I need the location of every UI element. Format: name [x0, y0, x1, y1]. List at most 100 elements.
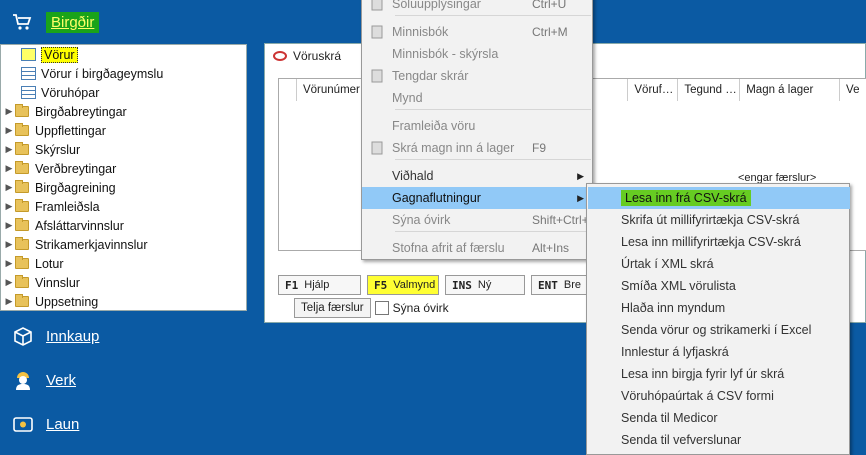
show-inactive-label: Sýna óvirk [392, 301, 449, 315]
expand-arrow-icon[interactable]: ▶ [3, 220, 15, 231]
function-key-bar: F1 Hjálp F5 Valmynd INS Ný ENT Bre [278, 275, 591, 295]
submenu-item-label: Úrtak í XML skrá [621, 257, 714, 271]
tree-item-label: Strikamerkjavinnslur [35, 237, 148, 252]
submenu-item[interactable]: Lesa inn birgja fyrir lyf úr skrá [588, 363, 850, 385]
tree-item[interactable]: ▶ Uppflettingar [1, 121, 246, 140]
submenu-item[interactable]: Vöruhópaúrtak á CSV formi [588, 385, 850, 407]
count-records-button[interactable]: Telja færslur [294, 298, 371, 318]
grid-col-voruflokkur[interactable]: Vöruf… [628, 79, 679, 101]
expand-arrow-icon[interactable]: ▶ [3, 182, 15, 193]
tree-item-label: Skýrslur [35, 142, 81, 157]
menu-item[interactable]: Minnisbók - skýrsla [362, 43, 592, 65]
expand-arrow-icon[interactable]: ▶ [3, 144, 15, 155]
expand-arrow-icon[interactable]: ▶ [3, 277, 15, 288]
submenu-item-label: Innlestur á lyfjaskrá [621, 345, 729, 359]
submenu-item[interactable]: Smíða XML vörulista [588, 275, 850, 297]
expand-arrow-icon[interactable]: ▶ [3, 296, 15, 307]
submenu-item-label: Lesa inn frá CSV-skrá [621, 190, 751, 206]
folder-icon [15, 275, 29, 288]
tree-item-label: Uppsetning [35, 294, 99, 309]
menu-item[interactable]: Minnisbók Ctrl+M [362, 21, 592, 43]
menu-button[interactable]: F5 Valmynd [367, 275, 439, 295]
menu-separator [395, 109, 591, 110]
box-icon [12, 325, 34, 347]
nav-birgdir[interactable]: Birgðir [0, 0, 247, 44]
menu-item[interactable]: Viðhald ▶ [362, 165, 592, 187]
menu-item[interactable]: Tengdar skrár [362, 65, 592, 87]
submenu-item[interactable]: Úrtak í XML skrá [588, 253, 850, 275]
expand-arrow-icon[interactable]: ▶ [3, 258, 15, 269]
tree-item[interactable]: ▶ Verðbreytingar [1, 159, 246, 178]
submenu-item-label: Smíða XML vörulista [621, 279, 736, 293]
edit-button[interactable]: ENT Bre [531, 275, 591, 295]
submenu-item[interactable]: Senda til Medicor [588, 407, 850, 429]
nav-laun-label: Laun [46, 415, 80, 433]
tree-item[interactable]: ▶ Birgðagreining [1, 178, 246, 197]
expand-arrow-icon[interactable]: ▶ [3, 163, 15, 174]
tree-item[interactable]: ▶ Vinnslur [1, 273, 246, 292]
payroll-icon [12, 413, 34, 435]
menu-item-label: Stofna afrit af færslu [392, 241, 505, 255]
new-button[interactable]: INS Ný [445, 275, 525, 295]
grid-col-tegund[interactable]: Tegund … [678, 79, 741, 101]
tree-item[interactable]: ▶ Lotur [1, 254, 246, 273]
tree-item[interactable]: ▶ Skýrslur [1, 140, 246, 159]
expand-arrow-icon[interactable]: ▶ [3, 125, 15, 136]
menu-item-label: Framleiða vöru [392, 119, 476, 133]
notebook-icon [362, 25, 392, 39]
menu-item[interactable]: Skrá magn inn á lager F9 [362, 137, 592, 159]
show-inactive-checkbox[interactable] [374, 301, 389, 315]
tree-item[interactable]: ▶ Birgðabreytingar [1, 102, 246, 121]
menu-separator [395, 231, 591, 232]
edit-key: ENT [538, 278, 558, 292]
tree-item-label: Verðbreytingar [35, 161, 117, 176]
nav-innkaup[interactable]: Innkaup [0, 314, 247, 358]
submenu-item[interactable]: Senda vörur og strikamerki í Excel [588, 319, 850, 341]
folder-icon [15, 180, 29, 193]
menu-key: F5 [374, 278, 388, 292]
tree-item[interactable]: Vörur [1, 45, 246, 64]
expand-arrow-icon[interactable]: ▶ [3, 106, 15, 117]
grid-icon [21, 86, 36, 99]
grid-col-verd[interactable]: Ve [840, 79, 866, 101]
menu-label: Valmynd [393, 279, 436, 291]
menu-item[interactable]: Stofna afrit af færslu Alt+Ins [362, 237, 592, 259]
submenu-item[interactable]: Hlaða inn myndum [588, 297, 850, 319]
submenu-item[interactable]: Skrifa út millifyrirtækja CSV-skrá [588, 209, 850, 231]
tree-item[interactable]: Vörur í birgðageymslu [1, 64, 246, 83]
new-key: INS [452, 278, 472, 292]
menu-item[interactable]: Gagnaflutningur ▶ [362, 187, 592, 209]
submenu-item[interactable]: Lesa inn frá CSV-skrá [588, 187, 850, 209]
tree-item[interactable]: ▶ Framleiðsla [1, 197, 246, 216]
tree-item-label: Vöruhópar [41, 85, 100, 100]
help-label: Hjálp [304, 279, 330, 291]
folder-icon [15, 294, 29, 307]
menu-item[interactable]: Framleiða vöru [362, 115, 592, 137]
tree-item[interactable]: ▶ Afsláttarvinnslur [1, 216, 246, 235]
grid-header-indicator [279, 79, 297, 101]
menu-item-label: Viðhald [392, 169, 434, 183]
menu-item[interactable]: Mynd [362, 87, 592, 109]
tree-item[interactable]: ▶ Strikamerkjavinnslur [1, 235, 246, 254]
menu-item[interactable]: Söluupplýsingar Ctrl+U [362, 0, 592, 15]
menu-item-label: Gagnaflutningur [392, 191, 481, 205]
grid-col-magn[interactable]: Magn á lager [740, 79, 841, 101]
nav-verk[interactable]: Verk [0, 358, 247, 402]
expand-arrow-icon[interactable]: ▶ [3, 239, 15, 250]
tree-item[interactable]: Vöruhópar [1, 83, 246, 102]
tree-item[interactable]: ▶ Uppsetning [1, 292, 246, 311]
submenu-item[interactable]: Senda til vefverslunar [588, 429, 850, 451]
nav-laun[interactable]: Laun [0, 402, 247, 446]
menu-item[interactable]: Sýna óvirk Shift+Ctrl+S [362, 209, 597, 231]
submenu-item-label: Skrifa út millifyrirtækja CSV-skrá [621, 213, 800, 227]
menu-item-label: Tengdar skrár [392, 69, 469, 83]
new-label: Ný [477, 279, 492, 291]
tree-item-label: Vinnslur [35, 275, 80, 290]
folder-icon [15, 256, 29, 269]
nav-innkaup-label: Innkaup [46, 327, 100, 345]
expand-arrow-icon[interactable]: ▶ [3, 201, 15, 212]
submenu-item[interactable]: Innlestur á lyfjaskrá [588, 341, 850, 363]
help-button[interactable]: F1 Hjálp [278, 275, 361, 295]
submenu-item[interactable]: Lesa inn millifyrirtækja CSV-skrá [588, 231, 850, 253]
menu-item-shortcut: Ctrl+M [532, 25, 568, 39]
